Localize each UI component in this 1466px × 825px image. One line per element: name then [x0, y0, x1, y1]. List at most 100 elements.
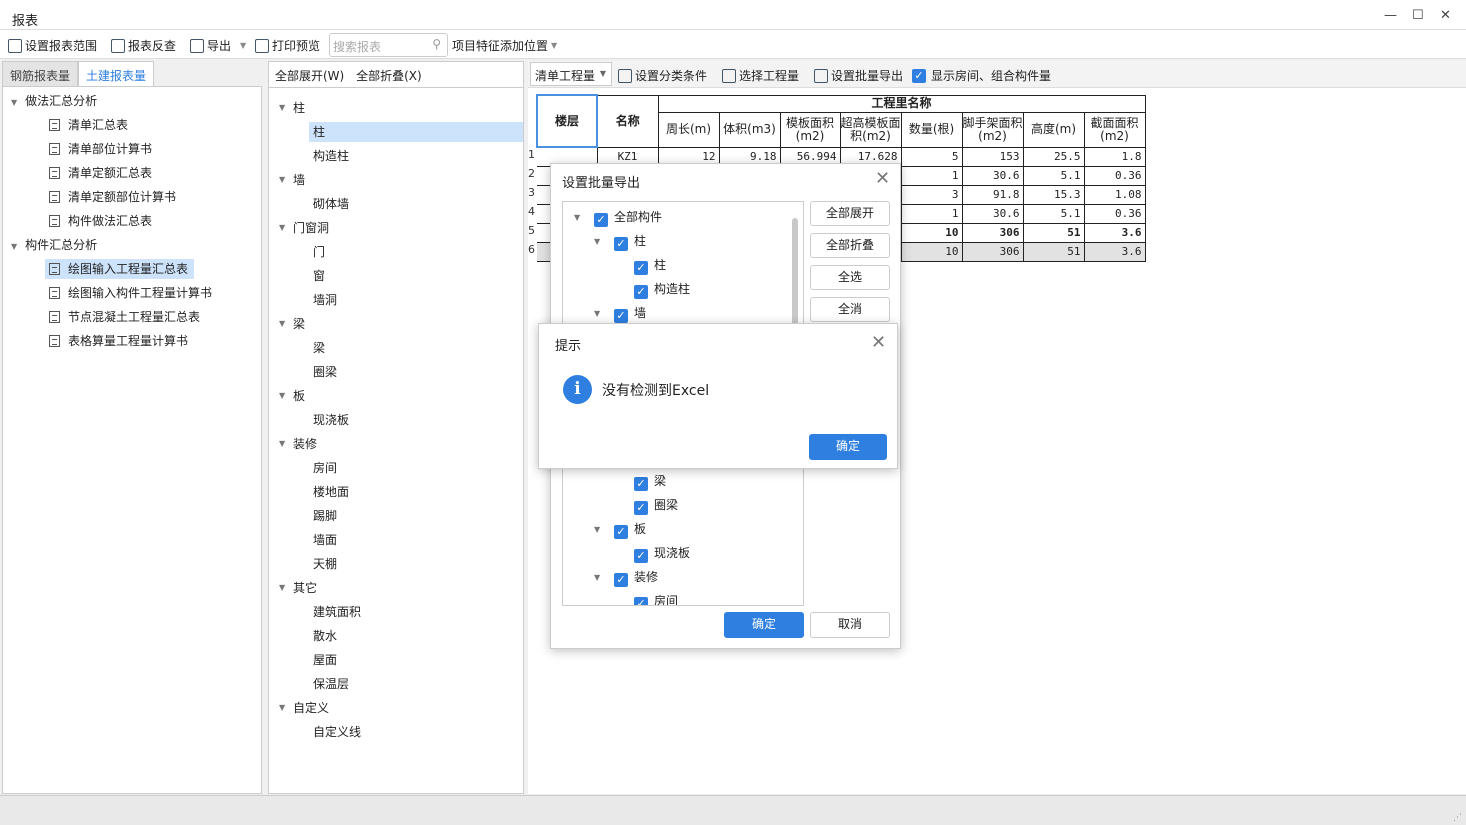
collapse-all-button[interactable]: 全部折叠(X): [356, 69, 422, 83]
report-item[interactable]: 表格算量工程量计算书: [45, 331, 194, 351]
cell-value[interactable]: 3.6: [1083, 222, 1146, 243]
batch-export-button[interactable]: 设置批量导出: [814, 67, 903, 84]
component-item[interactable]: 楼地面: [313, 482, 349, 502]
close-icon[interactable]: ✕: [871, 332, 886, 353]
row-number[interactable]: 5: [528, 224, 535, 237]
cell-value[interactable]: 3.6: [1083, 241, 1146, 262]
row-number[interactable]: 2: [528, 167, 535, 180]
report-item[interactable]: 清单汇总表: [45, 115, 134, 135]
set-category-button[interactable]: 设置分类条件: [618, 67, 707, 84]
cell-value[interactable]: 1.8: [1083, 146, 1146, 167]
deselect-all-button[interactable]: 全消: [810, 297, 890, 322]
expand-arrow-icon[interactable]: ▼: [279, 103, 285, 112]
component-item[interactable]: 墙面: [313, 530, 337, 550]
component-checkbox[interactable]: ✓ 柱: [614, 231, 646, 251]
expand-arrow-icon[interactable]: ▼: [279, 703, 285, 712]
row-number[interactable]: 3: [528, 186, 535, 199]
select-qty-button[interactable]: 选择工程量: [722, 67, 799, 84]
component-checkbox[interactable]: ✓ 墙: [614, 303, 646, 323]
cell-value[interactable]: 30.6: [961, 203, 1024, 224]
header-name[interactable]: 名称: [596, 94, 659, 148]
alert-ok-button[interactable]: 确定: [809, 434, 887, 460]
resize-grip-icon[interactable]: ⋰: [1453, 813, 1462, 823]
component-checkbox[interactable]: ✓ 板: [614, 519, 646, 539]
cell-value[interactable]: 1: [900, 165, 963, 186]
expand-arrow-icon[interactable]: ▼: [279, 439, 285, 448]
column-header[interactable]: 数量(根): [900, 111, 963, 148]
ok-button[interactable]: 确定: [724, 612, 804, 638]
component-item[interactable]: 散水: [313, 626, 337, 646]
component-item[interactable]: 门: [313, 242, 325, 262]
collapse-all-button[interactable]: 全部折叠: [810, 233, 890, 258]
report-item[interactable]: 清单定额部位计算书: [45, 187, 182, 207]
report-item[interactable]: 绘图输入工程量汇总表: [45, 259, 195, 279]
component-checkbox[interactable]: ✓ 全部构件: [594, 207, 662, 227]
feature-position-dropdown[interactable]: 项目特征添加位置 ▼: [452, 37, 557, 54]
column-header[interactable]: 脚手架面积(m2): [961, 111, 1024, 148]
search-input[interactable]: 搜索报表 ⚲: [329, 33, 448, 57]
cell-value[interactable]: 0.36: [1083, 165, 1146, 186]
cell-value[interactable]: 0.36: [1083, 203, 1146, 224]
component-item[interactable]: 门窗洞: [293, 218, 329, 238]
report-item[interactable]: 构件做法汇总表: [45, 211, 158, 231]
report-item[interactable]: 清单定额汇总表: [45, 163, 158, 183]
component-item[interactable]: 建筑面积: [313, 602, 361, 622]
component-item[interactable]: 砌体墙: [313, 194, 349, 214]
component-item[interactable]: 墙洞: [313, 290, 337, 310]
expand-arrow-icon[interactable]: ▼: [279, 391, 285, 400]
component-checkbox[interactable]: ✓ 装修: [614, 567, 658, 587]
component-item[interactable]: 柱: [309, 122, 523, 142]
cell-value[interactable]: 30.6: [961, 165, 1024, 186]
cell-value[interactable]: 25.5: [1022, 146, 1085, 167]
select-all-button[interactable]: 全选: [810, 265, 890, 290]
component-item[interactable]: 窗: [313, 266, 325, 286]
component-item[interactable]: 自定义线: [313, 722, 361, 742]
cell-value[interactable]: 10: [900, 241, 963, 262]
component-item[interactable]: 屋面: [313, 650, 337, 670]
component-item[interactable]: 板: [293, 386, 305, 406]
component-checkbox[interactable]: ✓ 房间: [634, 591, 678, 605]
component-checkbox[interactable]: ✓ 现浇板: [634, 543, 690, 563]
print-preview-button[interactable]: 打印预览: [255, 37, 320, 54]
row-number[interactable]: 1: [528, 148, 535, 161]
expand-all-button[interactable]: 全部展开: [810, 201, 890, 226]
component-item[interactable]: 踢脚: [313, 506, 337, 526]
export-button[interactable]: 导出 ▼: [190, 37, 246, 54]
component-checkbox[interactable]: ✓ 构造柱: [634, 279, 690, 299]
component-item[interactable]: 装修: [293, 434, 317, 454]
row-number[interactable]: 6: [528, 243, 535, 256]
cell-value[interactable]: 5.1: [1022, 203, 1085, 224]
close-icon[interactable]: ✕: [875, 168, 890, 189]
tab-rebar-report[interactable]: 钢筋报表量: [2, 61, 79, 86]
expand-arrow-icon[interactable]: ▼: [11, 98, 17, 107]
cell-value[interactable]: 306: [961, 222, 1024, 243]
expand-arrow-icon[interactable]: ▼: [279, 583, 285, 592]
column-header[interactable]: 周长(m): [657, 111, 720, 148]
column-header[interactable]: 超高模板面积(m2): [839, 111, 902, 148]
header-floor[interactable]: 楼层: [536, 94, 598, 148]
cancel-button[interactable]: 取消: [810, 612, 890, 638]
close-button[interactable]: ✕: [1440, 8, 1451, 23]
cell-value[interactable]: 51: [1022, 241, 1085, 262]
minimize-button[interactable]: —: [1384, 8, 1397, 23]
cell-value[interactable]: 51: [1022, 222, 1085, 243]
cell-value[interactable]: 15.3: [1022, 184, 1085, 205]
expand-arrow-icon[interactable]: ▼: [279, 223, 285, 232]
component-item[interactable]: 天棚: [313, 554, 337, 574]
expand-arrow-icon[interactable]: ▼: [594, 573, 600, 582]
component-item[interactable]: 梁: [313, 338, 325, 358]
report-item[interactable]: 节点混凝土工程量汇总表: [45, 307, 206, 327]
reverse-lookup-button[interactable]: 报表反查: [111, 37, 176, 54]
component-item[interactable]: 其它: [293, 578, 317, 598]
expand-arrow-icon[interactable]: ▼: [279, 175, 285, 184]
cell-value[interactable]: 10: [900, 222, 963, 243]
cell-value[interactable]: 3: [900, 184, 963, 205]
component-item[interactable]: 保温层: [313, 674, 349, 694]
cell-value[interactable]: 1.08: [1083, 184, 1146, 205]
expand-arrow-icon[interactable]: ▼: [594, 237, 600, 246]
component-item[interactable]: 圈梁: [313, 362, 337, 382]
component-checkbox[interactable]: ✓梁: [634, 471, 666, 491]
cell-value[interactable]: 306: [961, 241, 1024, 262]
component-checkbox[interactable]: ✓ 圈梁: [634, 495, 678, 515]
column-header[interactable]: 截面面积(m2): [1083, 111, 1146, 148]
